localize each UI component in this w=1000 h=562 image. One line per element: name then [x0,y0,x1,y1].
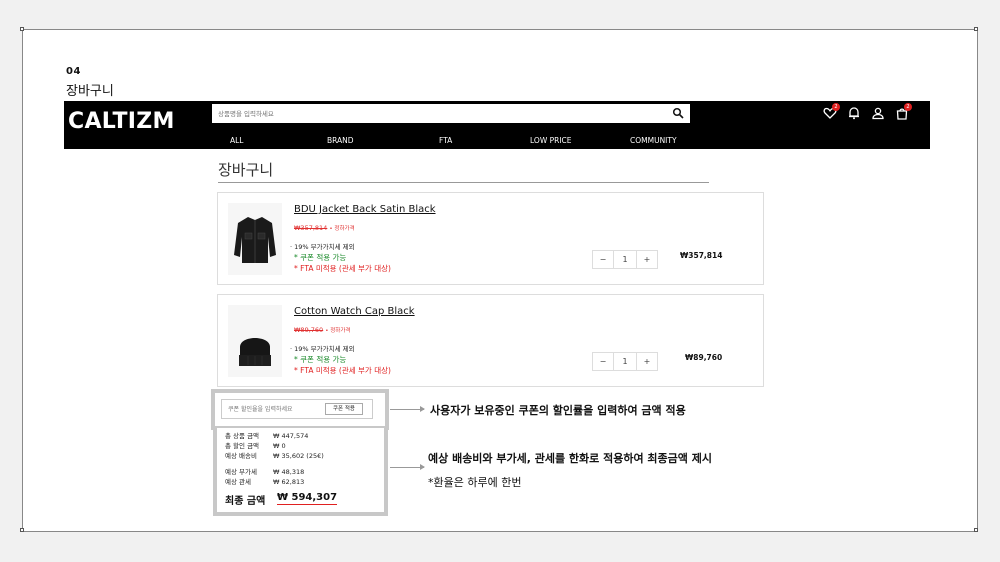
summary-value: ₩ 48,318 [273,468,305,476]
summary-row-discount: 총 할인 금액 ₩ 0 [225,440,286,450]
final-amount-label: 최종 금액 [225,496,266,507]
quantity-decrease-button[interactable]: − [593,353,613,370]
original-price-tag: • 정하가격 [325,328,351,334]
summary-annotation: 예상 배송비와 부가세, 관세를 한화로 적용하여 최종금액 제시 [428,452,712,465]
coupon-available-note: * 쿠폰 적용 가능 [294,355,347,364]
annotation-arrow [390,464,425,470]
top-navigation: CALTIZM ALL BRAND FTA LOW PRICE COMMUNIT… [64,101,930,149]
coupon-field: 쿠폰 적용 [221,399,373,419]
beanie-icon [239,338,271,366]
apply-coupon-button[interactable]: 쿠폰 적용 [325,403,363,415]
fta-note: * FTA 미적용 (관세 부가 대상) [294,366,391,375]
bell-icon[interactable] [847,106,861,120]
coupon-available-note: * 쿠폰 적용 가능 [294,253,347,262]
summary-label: 총 할인 금액 [225,442,260,450]
product-thumbnail[interactable] [228,305,282,377]
summary-row-vat: 예상 부가세 ₩ 48,318 [225,466,304,476]
item-total-price: ₩357,814 [680,251,723,260]
frame-corner-handle [20,27,24,31]
coupon-annotation: 사용자가 보유중인 쿠폰의 할인률을 입력하여 금액 적용 [430,404,686,417]
vat-text: 19% 부가가치세 제외 [294,345,355,353]
order-summary: 총 상품 금액 ₩ 447,574 총 할인 금액 ₩ 0 예상 배송비 ₩ 35,6… [213,428,388,516]
final-amount-value: ₩ 594,307 [277,492,338,505]
product-thumbnail[interactable] [228,203,282,275]
menu-item-low-price[interactable]: LOW PRICE [530,136,572,145]
annotation-arrow [390,406,425,412]
section-number: 04 [66,66,81,77]
vat-text: 19% 부가가치세 제외 [294,243,355,251]
site-logo[interactable]: CALTIZM [68,109,175,134]
vat-note: · 19% 부가가치세 제외 [290,243,355,251]
frame-corner-handle [974,27,978,31]
coupon-rate-input[interactable] [228,403,320,415]
coupon-section: 쿠폰 적용 [211,389,389,430]
page-title: 장바구니 [218,161,274,179]
quantity-stepper: − 1 + [592,352,658,371]
product-name-link[interactable]: BDU Jacket Back Satin Black [294,204,436,215]
jacket-icon [234,217,276,263]
frame-corner-handle [20,528,24,532]
original-price-value: ₩357,814 [294,224,328,232]
exchange-rate-note: *환율은 하루에 한번 [428,476,522,489]
summary-row-shipping: 예상 배송비 ₩ 35,602 (25€) [225,450,324,460]
original-price-tag: • 정하가격 [329,226,355,232]
menu-item-fta[interactable]: FTA [439,136,452,145]
summary-label: 예상 배송비 [225,452,257,460]
summary-label: 예상 관세 [225,478,251,486]
summary-label: 예상 부가세 [225,468,257,476]
summary-value: ₩ 35,602 (25€) [273,452,324,460]
search-icon[interactable] [672,107,684,119]
search-input[interactable] [218,106,658,121]
quantity-increase-button[interactable]: + [637,353,657,370]
frame-corner-handle [974,528,978,532]
summary-value: ₩ 447,574 [273,432,309,440]
original-price-value: ₩89,760 [294,326,324,334]
section-title: 장바구니 [66,84,114,99]
summary-row-subtotal: 총 상품 금액 ₩ 447,574 [225,430,308,440]
cart-item: Cotton Watch Cap Black ₩89,760 • 정하가격 · … [217,294,764,387]
cart-count-badge: 2 [904,103,912,111]
summary-value: ₩ 62,813 [273,478,305,486]
user-icon[interactable] [871,106,885,120]
menu-item-community[interactable]: COMMUNITY [630,136,677,145]
original-price: ₩357,814 • 정하가격 [294,224,355,232]
product-name-link[interactable]: Cotton Watch Cap Black [294,306,415,317]
wishlist-count-badge: 2 [832,103,840,111]
summary-value: ₩ 0 [273,442,286,450]
fta-note: * FTA 미적용 (관세 부가 대상) [294,264,391,273]
quantity-value[interactable]: 1 [613,251,637,268]
search-bar [212,104,690,123]
summary-row-customs: 예상 관세 ₩ 62,813 [225,476,304,486]
quantity-decrease-button[interactable]: − [593,251,613,268]
menu-item-all[interactable]: ALL [230,136,244,145]
cart-item: BDU Jacket Back Satin Black ₩357,814 • 정… [217,192,764,285]
quantity-increase-button[interactable]: + [637,251,657,268]
menu-item-brand[interactable]: BRAND [327,136,354,145]
quantity-stepper: − 1 + [592,250,658,269]
original-price: ₩89,760 • 정하가격 [294,326,350,334]
summary-label: 총 상품 금액 [225,432,260,440]
vat-note: · 19% 부가가치세 제외 [290,345,355,353]
item-total-price: ₩89,760 [685,353,723,362]
title-divider [218,182,709,183]
quantity-value[interactable]: 1 [613,353,637,370]
